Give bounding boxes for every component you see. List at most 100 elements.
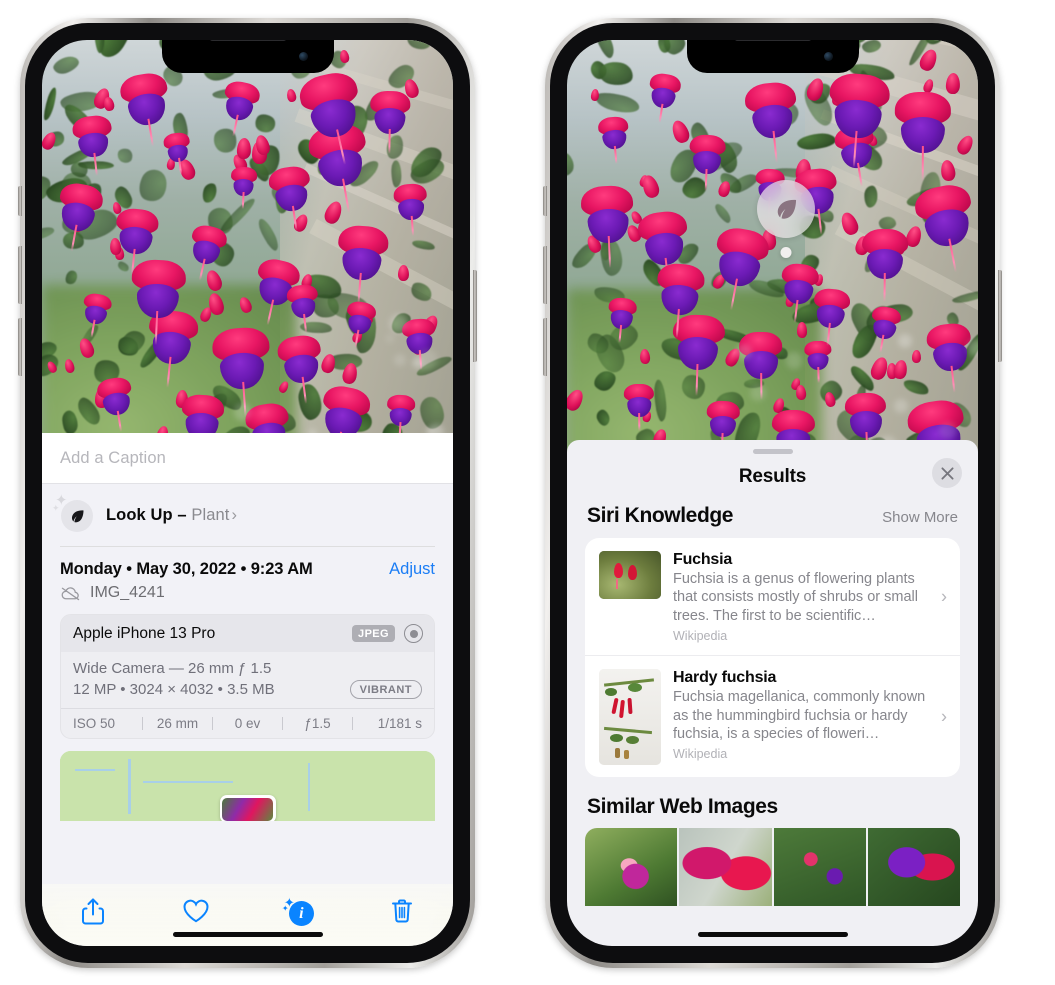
sparkle-small-icon: ✦: [52, 503, 60, 513]
photo-flower: [811, 287, 852, 347]
web-image-1[interactable]: [585, 828, 678, 907]
look-up-subject: Plant: [191, 505, 230, 524]
siri-knowledge-header: Siri Knowledge Show More: [567, 504, 978, 538]
photo-bokeh: [967, 339, 978, 356]
info-glyph: i: [288, 901, 314, 926]
chevron-right-icon: ›: [941, 586, 947, 607]
photo-viewer[interactable]: [567, 40, 978, 470]
share-icon: [82, 898, 105, 924]
list-item[interactable]: Fuchsia Fuchsia is a genus of flowering …: [585, 538, 960, 655]
photo-bud: [945, 72, 961, 95]
screen-left: Add a Caption ✦ ✦ Look Up – Plant › Mond…: [42, 40, 453, 946]
map-road: [127, 759, 131, 814]
notch: [161, 40, 334, 73]
photo-flower: [276, 333, 325, 405]
look-up-row[interactable]: ✦ ✦ Look Up – Plant ›: [42, 484, 453, 546]
web-image-3[interactable]: [773, 828, 866, 907]
results-header: Results: [567, 454, 978, 504]
power-button[interactable]: [473, 270, 477, 362]
info-button[interactable]: ✦ ✦ i: [272, 891, 326, 931]
web-image-4[interactable]: [867, 828, 960, 907]
power-button[interactable]: [998, 270, 1002, 362]
adjust-button[interactable]: Adjust: [389, 560, 435, 579]
photo-bokeh: [412, 357, 423, 368]
photo-flower: [655, 261, 706, 338]
cloud-slash-icon: [61, 586, 80, 600]
camera-info-card[interactable]: Apple iPhone 13 Pro JPEG Wide Camera — 2…: [60, 614, 435, 739]
photo-flower: [738, 332, 782, 401]
volume-down-button[interactable]: [18, 318, 22, 376]
photo-bokeh: [893, 399, 908, 414]
photo-flower: [131, 258, 187, 345]
look-up-label: Look Up – Plant ›: [106, 506, 237, 525]
siri-knowledge-card: Fuchsia Fuchsia is a genus of flowering …: [585, 538, 960, 778]
delete-button[interactable]: [375, 891, 429, 931]
share-button[interactable]: [66, 891, 120, 931]
photo-flower-corolla: [117, 225, 154, 257]
result-body: Hardy fuchsia Fuchsia magellanica, commo…: [673, 669, 946, 761]
photo-flower: [335, 224, 389, 305]
home-indicator[interactable]: [697, 932, 848, 937]
exif-value: ISO 50: [73, 716, 116, 731]
photo-bud: [397, 264, 409, 282]
photo-flower: [118, 70, 174, 147]
photo-flower: [597, 116, 630, 165]
similar-web-images-header: Similar Web Images: [567, 777, 978, 828]
screen-right: Results Siri Knowledge Show More Fuchsia…: [567, 40, 978, 946]
chevron-right-icon: ›: [231, 505, 238, 524]
photo-bokeh: [234, 403, 252, 421]
volume-up-button[interactable]: [543, 246, 547, 304]
exif-value: ƒ1.5: [304, 716, 331, 731]
look-up-title: Look Up –: [106, 505, 192, 524]
photo-bokeh: [735, 343, 752, 360]
photo-flower-stamen: [637, 412, 641, 432]
caption-input[interactable]: Add a Caption: [42, 433, 453, 484]
photo-bud: [911, 350, 921, 364]
photo-flower: [285, 283, 320, 334]
home-indicator[interactable]: [172, 932, 323, 937]
list-item[interactable]: Hardy fuchsia Fuchsia magellanica, commo…: [585, 655, 960, 777]
photo-flower-corolla: [150, 330, 193, 366]
photo-flower: [689, 133, 727, 191]
photo-flower-stamen: [921, 145, 924, 181]
map-road: [75, 769, 115, 771]
exif-row: ISO 50 26 mm 0 ev ƒ1.5 1/181 s: [61, 708, 434, 738]
photo-flower: [210, 325, 271, 417]
location-map[interactable]: [60, 751, 435, 821]
exif-value: 1/181 s: [377, 716, 422, 731]
close-button[interactable]: [932, 458, 962, 488]
volume-down-button[interactable]: [543, 318, 547, 376]
result-description: Fuchsia magellanica, commonly known as t…: [673, 689, 926, 743]
camera-header: Apple iPhone 13 Pro JPEG: [61, 615, 434, 652]
photo-flower: [71, 114, 114, 177]
photo-flower: [743, 80, 800, 163]
map-pin-thumbnail: [222, 797, 273, 821]
volume-up-button[interactable]: [18, 246, 22, 304]
map-road: [142, 781, 233, 783]
photo-flower: [623, 383, 654, 432]
chevron-right-icon: ›: [941, 706, 947, 727]
photo-flower: [706, 400, 740, 454]
web-image-2[interactable]: [679, 828, 772, 907]
earpiece-speaker: [208, 40, 287, 41]
photo-flower: [95, 375, 135, 432]
map-photo-pin[interactable]: [219, 795, 276, 821]
visual-look-up-badge[interactable]: [757, 180, 815, 258]
file-name: IMG_4241: [90, 584, 165, 601]
map-road: [307, 763, 310, 811]
mute-switch[interactable]: [543, 186, 547, 216]
favorite-button[interactable]: [169, 891, 223, 931]
close-icon: [940, 466, 954, 480]
leaf-icon: [777, 199, 796, 219]
camera-lens-line: Wide Camera — 26 mm ƒ 1.5: [73, 660, 272, 677]
photo-viewer[interactable]: [42, 40, 453, 463]
show-more-button[interactable]: Show More: [882, 509, 958, 526]
exif-value: 0 ev: [234, 716, 261, 731]
format-badge: JPEG: [352, 625, 395, 642]
photo-flower: [230, 166, 258, 209]
front-camera-icon: [823, 52, 833, 61]
mute-switch[interactable]: [18, 186, 22, 216]
photo-bud: [796, 322, 808, 338]
result-body: Fuchsia Fuchsia is a genus of flowering …: [673, 551, 946, 643]
photo-info-sheet: Add a Caption ✦ ✦ Look Up – Plant › Mond…: [42, 433, 453, 946]
